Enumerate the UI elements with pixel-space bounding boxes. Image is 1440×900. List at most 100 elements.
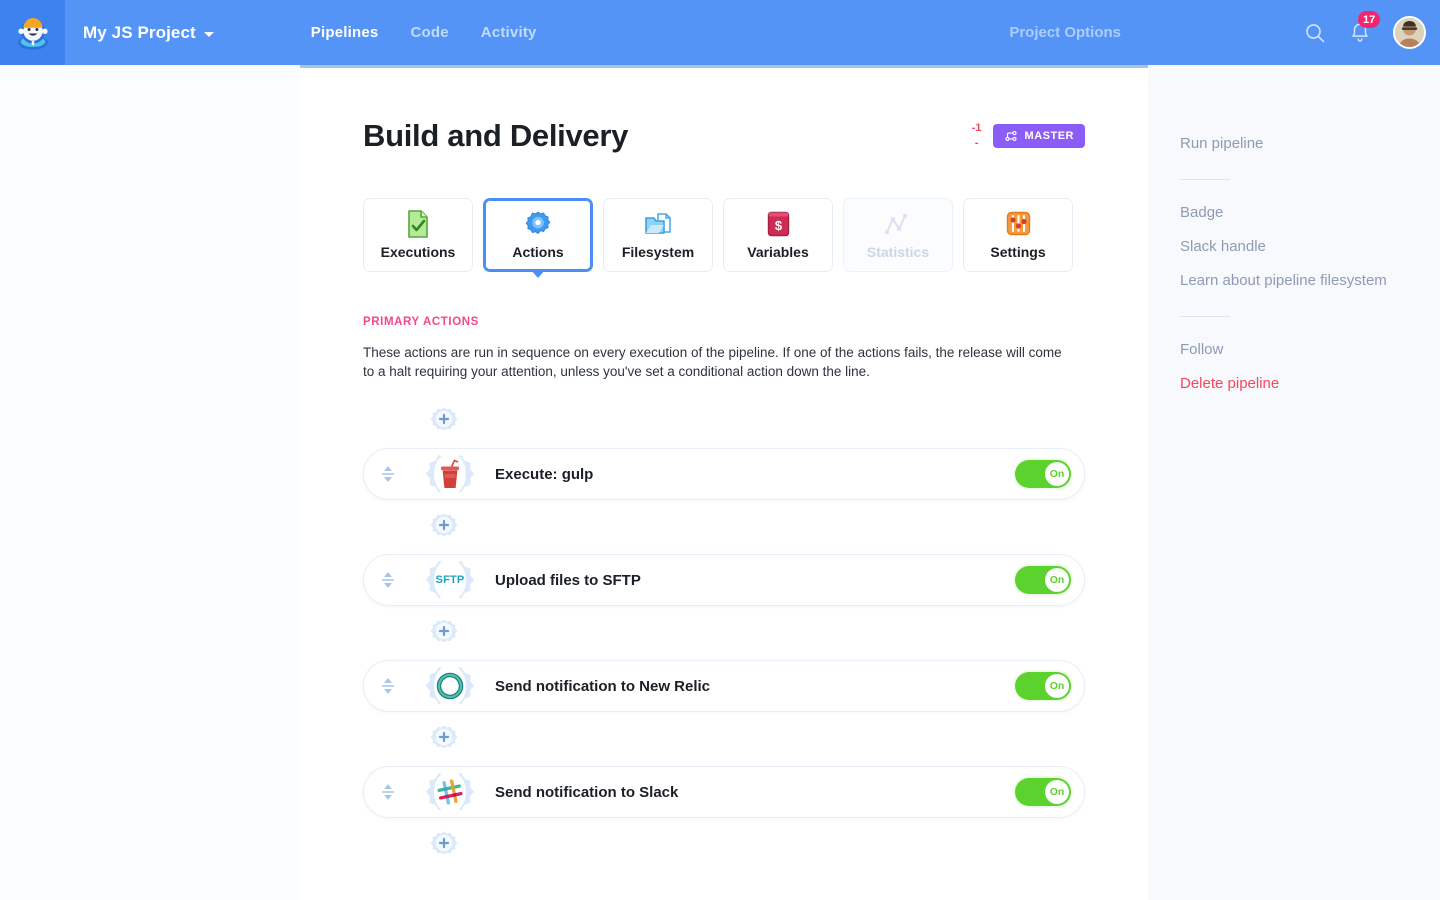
tab-settings[interactable]: Settings xyxy=(963,198,1073,272)
branch-badge[interactable]: MASTER xyxy=(992,124,1085,148)
plus-gear-icon xyxy=(430,407,458,431)
document-check-icon xyxy=(406,209,430,238)
tab-label-statistics: Statistics xyxy=(866,243,930,260)
action-row[interactable]: Send notification to New Relic On xyxy=(363,660,1085,712)
nav-item-pipelines[interactable]: Pipelines xyxy=(311,24,379,41)
action-toggle-state: On xyxy=(1045,674,1069,698)
dollar-box-icon: $ xyxy=(767,211,790,237)
header-right-group: -1 - MASTER xyxy=(972,123,1085,149)
action-toggle[interactable]: On xyxy=(1015,672,1071,700)
sidebar-divider xyxy=(1180,316,1230,317)
notifications-button[interactable]: 17 xyxy=(1349,11,1381,44)
slack-icon xyxy=(420,762,480,822)
add-action-row xyxy=(363,512,1085,542)
tab-actions[interactable]: Actions xyxy=(483,198,593,272)
top-navigation-bar: My JS Project Pipelines Code Activity Pr… xyxy=(0,0,1440,65)
add-action-row xyxy=(363,724,1085,754)
sliders-icon xyxy=(1006,211,1031,237)
action-name: Send notification to Slack xyxy=(495,783,679,801)
svg-text:$: $ xyxy=(774,218,782,233)
action-row[interactable]: Send notification to Slack On xyxy=(363,766,1085,818)
sftp-icon: SFTP xyxy=(435,574,465,586)
nav-item-code[interactable]: Code xyxy=(410,24,448,41)
drag-reorder-icon xyxy=(381,784,394,800)
action-name: Execute: gulp xyxy=(495,465,594,483)
action-toggle[interactable]: On xyxy=(1015,566,1071,594)
action-row[interactable]: Execute: gulp On xyxy=(363,448,1085,500)
action-name: Send notification to New Relic xyxy=(495,677,711,695)
app-logo[interactable] xyxy=(0,0,65,65)
left-gutter xyxy=(0,65,300,900)
pipeline-tabs: Executions Actions Filesystem $ Variable… xyxy=(363,198,1073,272)
add-action-button[interactable] xyxy=(429,618,459,648)
drag-reorder-handle[interactable] xyxy=(363,766,411,818)
tab-label-variables: Variables xyxy=(747,243,809,260)
drag-reorder-icon xyxy=(381,572,394,588)
add-action-button[interactable] xyxy=(429,406,459,436)
sidebar-item-slack-handle[interactable]: Slack handle xyxy=(1180,230,1440,264)
buddy-mascot-logo xyxy=(17,17,48,50)
add-action-row xyxy=(363,618,1085,648)
add-action-button[interactable] xyxy=(429,724,459,754)
tab-label-filesystem: Filesystem xyxy=(621,243,695,260)
gear-icon xyxy=(525,211,551,237)
tab-executions[interactable]: Executions xyxy=(363,198,473,272)
action-toggle-state: On xyxy=(1045,780,1069,804)
action-name: Upload files to SFTP xyxy=(495,571,641,589)
line-chart-icon xyxy=(884,211,912,237)
action-toggle[interactable]: On xyxy=(1015,460,1071,488)
tab-label-executions: Executions xyxy=(380,243,456,260)
action-toggle[interactable]: On xyxy=(1015,778,1071,806)
diff-indicator: -1 - xyxy=(972,123,982,149)
sidebar-item-delete-pipeline[interactable]: Delete pipeline xyxy=(1180,367,1440,401)
drag-reorder-handle[interactable] xyxy=(363,554,411,606)
drag-reorder-icon xyxy=(381,466,394,482)
plus-gear-icon xyxy=(430,619,458,643)
pipeline-side-menu: Run pipeline Badge Slack handle Learn ab… xyxy=(1148,65,1440,900)
drag-reorder-handle[interactable] xyxy=(363,448,411,500)
drag-reorder-handle[interactable] xyxy=(363,660,411,712)
search-button[interactable] xyxy=(1303,21,1327,45)
avatar[interactable] xyxy=(1393,16,1426,49)
gulp-icon xyxy=(420,444,480,504)
project-name-dropdown[interactable]: My JS Project xyxy=(83,23,214,43)
action-row[interactable]: SFTP Upload files to SFTP On xyxy=(363,554,1085,606)
tab-label-settings: Settings xyxy=(990,243,1046,260)
sidebar-item-badge[interactable]: Badge xyxy=(1180,196,1440,230)
git-branch-icon xyxy=(1004,130,1017,142)
page-title: Build and Delivery xyxy=(363,118,629,153)
plus-gear-icon xyxy=(430,831,458,855)
notification-count-badge: 17 xyxy=(1358,11,1381,28)
drag-reorder-icon xyxy=(381,678,394,694)
add-action-row xyxy=(363,830,1085,860)
pipeline-card: Build and Delivery -1 - MASTER Execution… xyxy=(300,65,1148,900)
new-relic-icon xyxy=(420,656,480,716)
chevron-down-icon xyxy=(203,31,214,37)
project-options-link[interactable]: Project Options xyxy=(1009,24,1121,41)
add-action-row xyxy=(363,406,1085,436)
add-action-button[interactable] xyxy=(429,512,459,542)
folder-files-icon xyxy=(644,211,672,237)
diff-added-count: -1 xyxy=(971,122,982,134)
action-toggle-state: On xyxy=(1045,462,1069,486)
sidebar-divider xyxy=(1180,179,1230,180)
project-name-label: My JS Project xyxy=(83,22,196,42)
plus-gear-icon xyxy=(430,725,458,749)
tab-statistics: Statistics xyxy=(843,198,953,272)
page-body: Build and Delivery -1 - MASTER Execution… xyxy=(0,65,1440,900)
search-icon xyxy=(1306,23,1325,42)
sidebar-item-follow[interactable]: Follow xyxy=(1180,333,1440,367)
plus-gear-icon xyxy=(430,513,458,537)
action-toggle-state: On xyxy=(1045,568,1069,592)
nav-item-activity[interactable]: Activity xyxy=(481,24,537,41)
branch-label: MASTER xyxy=(1024,130,1074,142)
tab-filesystem[interactable]: Filesystem xyxy=(603,198,713,272)
main-nav: Pipelines Code Activity xyxy=(311,24,537,41)
section-description: These actions are run in sequence on eve… xyxy=(363,345,1062,379)
sidebar-item-run-pipeline[interactable]: Run pipeline xyxy=(1180,127,1440,161)
tab-variables[interactable]: $ Variables xyxy=(723,198,833,272)
sidebar-item-learn-filesystem[interactable]: Learn about pipeline filesystem xyxy=(1180,264,1440,298)
user-avatar-image xyxy=(1395,18,1424,47)
section-heading: PRIMARY ACTIONS xyxy=(363,316,479,328)
add-action-button[interactable] xyxy=(429,830,459,860)
